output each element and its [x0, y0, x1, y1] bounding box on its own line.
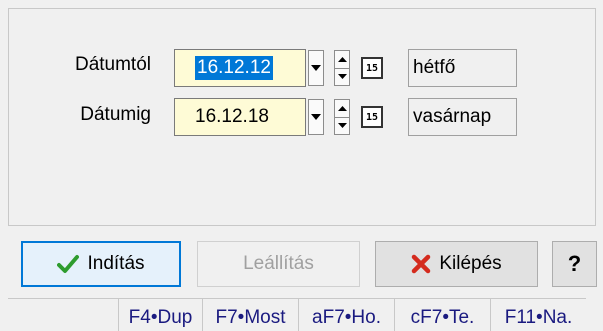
to-date-spin[interactable] [334, 99, 350, 135]
chevron-down-icon [311, 65, 321, 71]
from-date-value: 16.12.12 [195, 56, 273, 80]
stop-button-label: Leállítás [243, 253, 314, 274]
from-date-calendar-icon[interactable]: 15 [361, 57, 383, 79]
to-date-dropdown-button[interactable] [308, 99, 324, 135]
close-icon [412, 254, 431, 274]
status-cell-empty [8, 298, 118, 331]
chevron-down-icon [311, 114, 321, 120]
status-bar: F4•Dup F7•Most aF7•Ho. cF7•Te. F11•Na. [8, 298, 603, 331]
from-date-dropdown-button[interactable] [308, 50, 324, 86]
help-button[interactable]: ? [552, 241, 597, 287]
status-cell-cf7[interactable]: cF7•Te. [394, 298, 490, 331]
start-button[interactable]: Indítás [21, 241, 181, 287]
spin-down-icon[interactable] [335, 116, 349, 135]
to-date-label: Dátumig [80, 104, 151, 125]
status-cell-f11[interactable]: F11•Na. [490, 298, 586, 331]
status-cell-f7[interactable]: F7•Most [202, 298, 298, 331]
spin-up-icon[interactable] [335, 51, 349, 68]
from-date-input[interactable]: 16.12.12 [174, 49, 306, 87]
status-cell-af7[interactable]: aF7•Ho. [298, 298, 394, 331]
status-cell-f4[interactable]: F4•Dup [118, 298, 202, 331]
from-day-of-week: hétfő [408, 49, 517, 87]
help-icon: ? [567, 251, 582, 276]
from-date-spin[interactable] [334, 50, 350, 86]
to-day-of-week: vasárnap [408, 98, 517, 136]
to-date-value: 16.12.18 [195, 106, 269, 127]
start-button-label: Indítás [87, 253, 145, 274]
exit-button[interactable]: Kilépés [375, 241, 538, 287]
to-date-input[interactable]: 16.12.18 [174, 98, 306, 136]
check-icon [57, 255, 80, 273]
to-date-calendar-icon[interactable]: 15 [361, 106, 383, 128]
spin-down-icon[interactable] [335, 67, 349, 86]
stop-button[interactable]: Leállítás [197, 241, 360, 287]
from-date-label: Dátumtól [74, 54, 151, 75]
spin-up-icon[interactable] [335, 100, 349, 117]
exit-button-label: Kilépés [439, 253, 502, 274]
